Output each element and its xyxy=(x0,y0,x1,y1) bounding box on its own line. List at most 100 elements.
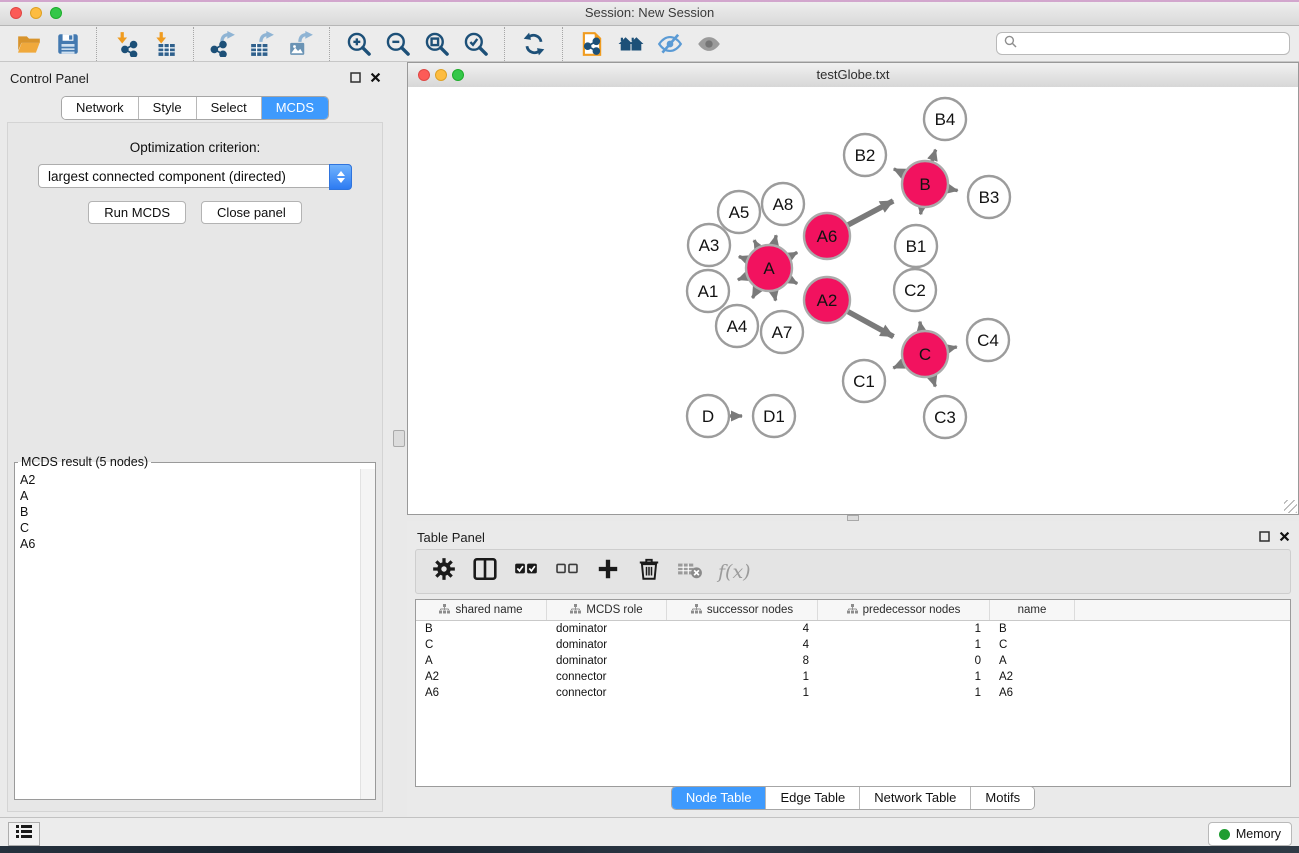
create-column-button[interactable] xyxy=(595,559,621,585)
resize-grip[interactable] xyxy=(1284,500,1297,513)
search-field[interactable] xyxy=(996,32,1290,55)
table-row[interactable]: Adominator80A xyxy=(416,653,1290,669)
column-header-predecessor-nodes[interactable]: predecessor nodes xyxy=(818,600,990,620)
export-table-button[interactable] xyxy=(242,28,281,60)
desktop-edge xyxy=(0,846,1299,853)
import-network-button[interactable] xyxy=(106,28,145,60)
import-table-button[interactable] xyxy=(145,28,184,60)
close-panel-icon[interactable] xyxy=(370,72,381,83)
open-session-button[interactable] xyxy=(9,28,48,60)
result-item[interactable]: A2 xyxy=(20,472,360,488)
table-cell: 1 xyxy=(818,671,990,683)
mcds-result-box: MCDS result (5 nodes) A2ABCA6 xyxy=(14,455,376,800)
deselect-all-columns-button[interactable] xyxy=(554,559,580,585)
graph-node-A1[interactable]: A1 xyxy=(687,270,729,312)
table-cell: 1 xyxy=(667,687,818,699)
result-item[interactable]: B xyxy=(20,504,360,520)
network-zoom-button[interactable] xyxy=(452,69,464,81)
graph-node-C2[interactable]: C2 xyxy=(894,269,936,311)
graph-node-B1[interactable]: B1 xyxy=(895,225,937,267)
graph-node-A[interactable]: A xyxy=(746,245,792,291)
column-header-MCDS-role[interactable]: MCDS role xyxy=(547,600,667,620)
graph-node-C3[interactable]: C3 xyxy=(924,396,966,438)
svg-text:C: C xyxy=(919,345,931,364)
toolbar-separator xyxy=(96,27,97,61)
column-label: MCDS role xyxy=(586,604,642,616)
graph-node-A2[interactable]: A2 xyxy=(804,277,850,323)
result-item[interactable]: A6 xyxy=(20,536,360,552)
zoom-in-button[interactable] xyxy=(339,28,378,60)
table-row[interactable]: Cdominator41C xyxy=(416,637,1290,653)
memory-status-icon xyxy=(1219,829,1230,840)
float-panel-icon[interactable] xyxy=(350,72,361,83)
table-row[interactable]: A2connector11A2 xyxy=(416,669,1290,685)
apply-preferred-layout-button[interactable] xyxy=(514,28,553,60)
network-overview-button[interactable] xyxy=(611,28,650,60)
close-panel-button[interactable]: Close panel xyxy=(201,201,302,224)
table-tab-motifs[interactable]: Motifs xyxy=(970,787,1034,809)
table-tab-node-table[interactable]: Node Table xyxy=(672,787,766,809)
graph-node-C1[interactable]: C1 xyxy=(843,360,885,402)
svg-text:B4: B4 xyxy=(935,110,956,129)
toggle-column-view-button[interactable] xyxy=(472,559,498,585)
table-cell: 0 xyxy=(818,655,990,667)
close-table-panel-icon[interactable] xyxy=(1279,531,1290,542)
table-header-row: shared name MCDS role successor nodesprede… xyxy=(416,600,1290,621)
table-tab-network-table[interactable]: Network Table xyxy=(859,787,970,809)
graph-node-A5[interactable]: A5 xyxy=(718,191,760,233)
vertical-splitter[interactable] xyxy=(390,62,407,817)
result-item[interactable]: A xyxy=(20,488,360,504)
run-mcds-button[interactable]: Run MCDS xyxy=(88,201,186,224)
graph-node-D[interactable]: D xyxy=(687,395,729,437)
hierarchy-icon xyxy=(847,604,858,617)
delete-columns-button[interactable] xyxy=(636,559,662,585)
column-header-shared-name[interactable]: shared name xyxy=(416,600,547,620)
network-close-button[interactable] xyxy=(418,69,430,81)
graph-node-B3[interactable]: B3 xyxy=(968,176,1010,218)
export-network-button[interactable] xyxy=(203,28,242,60)
graph-node-A4[interactable]: A4 xyxy=(716,305,758,347)
splitter-handle[interactable] xyxy=(393,430,405,447)
graph-node-A7[interactable]: A7 xyxy=(761,311,803,353)
criterion-select[interactable]: largest connected component (directed) xyxy=(38,164,352,188)
network-canvas[interactable]: B4 B2 B B3 A8 A5 A6 A3 B1 A A1 C2 A2 A4A7 C4 C C1 C3 D D1 xyxy=(408,87,1298,514)
tab-select[interactable]: Select xyxy=(196,97,261,119)
zoom-fit-icon xyxy=(424,31,450,57)
main-area: Control Panel NetworkStyleSelectMCDS Opt… xyxy=(0,62,1299,817)
tab-style[interactable]: Style xyxy=(138,97,196,119)
table-settings-button[interactable] xyxy=(431,559,457,585)
graph-node-B[interactable]: B xyxy=(902,161,948,207)
svg-text:A8: A8 xyxy=(773,195,794,214)
network-minimize-button[interactable] xyxy=(435,69,447,81)
memory-button[interactable]: Memory xyxy=(1208,822,1292,846)
column-header-successor-nodes[interactable]: successor nodes xyxy=(667,600,818,620)
export-image-button[interactable] xyxy=(281,28,320,60)
tab-mcds[interactable]: MCDS xyxy=(261,97,328,119)
zoom-fit-button[interactable] xyxy=(417,28,456,60)
session-from-network-button[interactable] xyxy=(572,28,611,60)
hide-panels-button[interactable] xyxy=(650,28,689,60)
graph-node-A8[interactable]: A8 xyxy=(762,183,804,225)
show-panels-button[interactable] xyxy=(689,28,728,60)
graph-node-D1[interactable]: D1 xyxy=(753,395,795,437)
float-table-panel-icon[interactable] xyxy=(1259,531,1270,542)
result-item[interactable]: C xyxy=(20,520,360,536)
select-all-columns-button[interactable] xyxy=(513,559,539,585)
search-input[interactable] xyxy=(1022,36,1282,52)
graph-node-C[interactable]: C xyxy=(902,331,948,377)
table-tab-edge-table[interactable]: Edge Table xyxy=(765,787,859,809)
graph-node-B2[interactable]: B2 xyxy=(844,134,886,176)
save-session-button[interactable] xyxy=(48,28,87,60)
tab-network[interactable]: Network xyxy=(62,97,138,119)
result-scrollbar[interactable] xyxy=(360,469,375,799)
column-header-name[interactable]: name xyxy=(990,600,1075,620)
graph-node-B4[interactable]: B4 xyxy=(924,98,966,140)
graph-node-A3[interactable]: A3 xyxy=(688,224,730,266)
table-row[interactable]: A6connector11A6 xyxy=(416,685,1290,701)
task-history-button[interactable] xyxy=(8,822,40,846)
zoom-selected-button[interactable] xyxy=(456,28,495,60)
table-row[interactable]: Bdominator41B xyxy=(416,621,1290,637)
graph-node-A6[interactable]: A6 xyxy=(804,213,850,259)
zoom-out-button[interactable] xyxy=(378,28,417,60)
graph-node-C4[interactable]: C4 xyxy=(967,319,1009,361)
